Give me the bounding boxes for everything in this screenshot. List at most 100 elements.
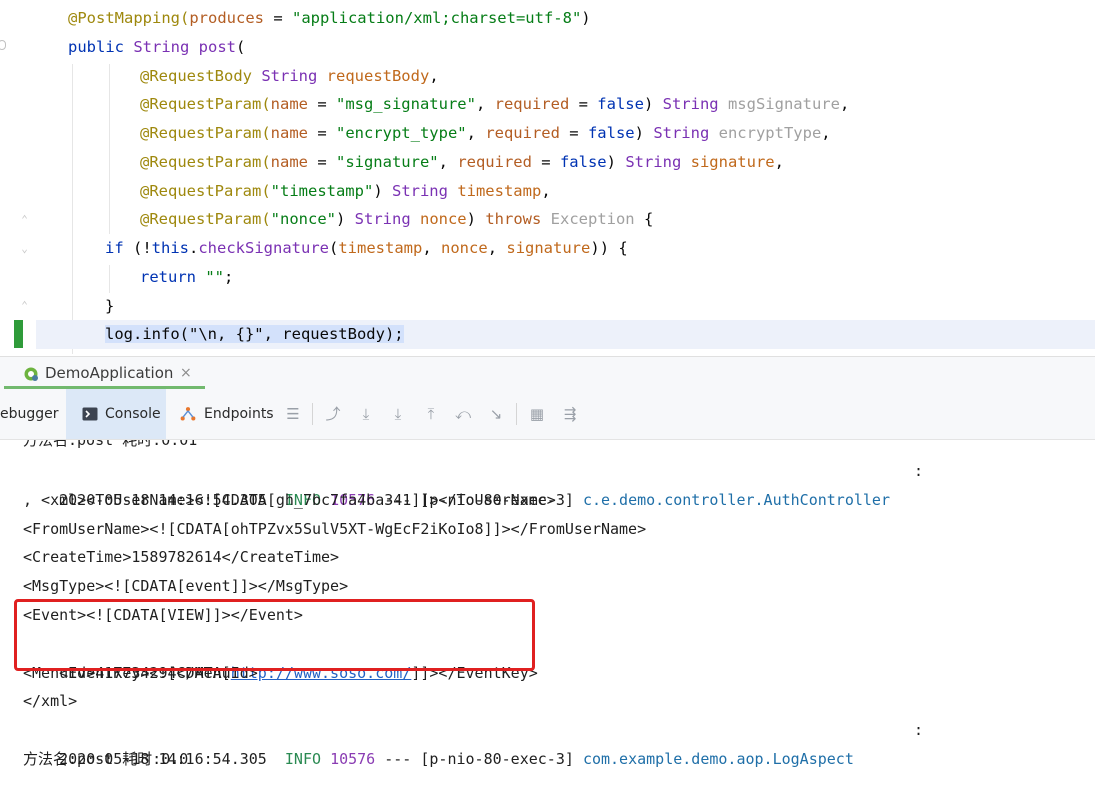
code-token: checkSignature bbox=[198, 239, 329, 257]
fold-marker-icon[interactable]: ⌄ bbox=[19, 243, 30, 255]
log-separator: --- bbox=[384, 750, 412, 768]
code-token: @RequestBody bbox=[140, 67, 262, 85]
code-token: . bbox=[189, 239, 199, 257]
code-token: "" bbox=[205, 268, 224, 286]
code-token: ; bbox=[224, 268, 234, 286]
tab-debugger[interactable]: ebugger bbox=[0, 389, 64, 439]
evaluate-expression-icon[interactable]: ▦ bbox=[528, 405, 546, 423]
code-token: return bbox=[140, 268, 206, 286]
code-token: String bbox=[653, 124, 719, 142]
tab-endpoints-label: Endpoints bbox=[204, 406, 274, 422]
code-token: } bbox=[105, 297, 115, 315]
fold-marker-icon[interactable]: ⌃ bbox=[19, 300, 30, 312]
code-token: ( bbox=[235, 38, 246, 56]
code-token: ) bbox=[373, 182, 392, 200]
code-token: (! bbox=[133, 239, 152, 257]
log-pid: 10576 bbox=[330, 750, 376, 768]
code-token: required bbox=[485, 124, 560, 142]
code-token: false bbox=[559, 153, 607, 171]
step-over-icon[interactable]: ⤓ bbox=[357, 405, 375, 423]
code-line[interactable]: return ""; bbox=[140, 263, 233, 292]
code-line[interactable]: log.info("\n, {}", requestBody); bbox=[105, 320, 404, 349]
indent-guide bbox=[109, 64, 110, 234]
console-log-line: 2020-05-18 14:16:54.305 INFO 10576 --- [… bbox=[23, 457, 890, 509]
code-token: signature bbox=[690, 153, 775, 171]
console-line: 方法名:post 耗时:0.01 bbox=[23, 440, 198, 449]
code-token: String bbox=[625, 153, 691, 171]
code-token: "application/xml;charset=utf-8" bbox=[291, 9, 582, 27]
code-token: @RequestParam( bbox=[140, 124, 271, 142]
code-token: = bbox=[307, 153, 336, 171]
code-token: String bbox=[261, 67, 327, 85]
console-icon bbox=[82, 407, 98, 421]
code-line[interactable]: @RequestParam("timestamp") String timest… bbox=[140, 177, 551, 206]
code-line[interactable]: @RequestParam(name = "signature", requir… bbox=[140, 148, 784, 177]
run-toolbar: ebugger Console Endpoints ☰ ⤴ ⤓ ⤓ ⤒ ⤺ ↘ … bbox=[0, 389, 1095, 440]
tab-console-label: Console bbox=[105, 406, 161, 422]
log-colon: : bbox=[914, 721, 924, 739]
run-to-cursor-icon[interactable]: ↘ bbox=[487, 405, 505, 423]
code-token: timestamp bbox=[457, 182, 542, 200]
code-token: String bbox=[662, 95, 728, 113]
code-token: if bbox=[105, 239, 133, 257]
code-token: name bbox=[270, 95, 308, 113]
code-token: String bbox=[354, 210, 420, 228]
code-token: throws bbox=[485, 210, 551, 228]
code-token: , bbox=[429, 67, 439, 85]
toolbar-separator bbox=[516, 403, 517, 425]
tab-console[interactable]: Console bbox=[66, 389, 166, 439]
code-line[interactable]: public String post( bbox=[68, 33, 245, 62]
code-token: = bbox=[559, 124, 588, 142]
code-line[interactable]: } bbox=[105, 292, 114, 321]
log-colon: : bbox=[914, 462, 924, 480]
run-tab-demoapplication[interactable]: DemoApplication × bbox=[0, 357, 205, 389]
code-token: post bbox=[198, 38, 236, 56]
vcs-change-marker bbox=[14, 320, 23, 348]
code-line[interactable]: @RequestParam("nonce") String nonce) thr… bbox=[140, 205, 653, 234]
code-token: "signature" bbox=[335, 153, 439, 171]
run-tab-label: DemoApplication bbox=[45, 364, 174, 382]
editor-gutter[interactable]: ⌃ ⌄ ⌃ bbox=[0, 0, 36, 356]
trace-icon[interactable]: ⇶ bbox=[561, 405, 579, 423]
step-out-icon[interactable]: ⤒ bbox=[422, 405, 440, 423]
code-token: name bbox=[270, 124, 308, 142]
console-line: , <xml><ToUserName><![CDATA[gh_7bc7fa4ba… bbox=[23, 491, 556, 509]
code-token: name bbox=[270, 153, 308, 171]
code-token: , bbox=[821, 124, 831, 142]
code-token: nonce bbox=[419, 210, 467, 228]
console-line: </xml> bbox=[23, 692, 78, 710]
code-token: , bbox=[475, 95, 495, 113]
code-token: )) { bbox=[590, 239, 628, 257]
tab-endpoints[interactable]: Endpoints bbox=[180, 389, 280, 439]
code-token: "msg_signature" bbox=[335, 95, 476, 113]
code-token: , bbox=[466, 124, 486, 142]
log-thread: [p-nio-80-exec-3] bbox=[420, 750, 574, 768]
code-line[interactable]: if (!this.checkSignature(timestamp, nonc… bbox=[105, 234, 628, 263]
code-token: required bbox=[457, 153, 532, 171]
code-token: encryptType bbox=[718, 124, 822, 142]
code-token: , bbox=[541, 182, 551, 200]
drop-frame-icon[interactable]: ⤺ bbox=[454, 405, 472, 423]
toolbar-separator bbox=[312, 403, 313, 425]
code-token: ) bbox=[466, 210, 486, 228]
code-line[interactable]: @RequestParam(name = "encrypt_type", req… bbox=[140, 119, 831, 148]
code-token: ( bbox=[329, 239, 339, 257]
step-into-icon[interactable]: ⤓ bbox=[389, 405, 407, 423]
code-line[interactable]: @RequestBody String requestBody, bbox=[140, 62, 439, 91]
code-token: = bbox=[569, 95, 598, 113]
breakpoint-marker[interactable] bbox=[0, 40, 6, 50]
code-line[interactable]: @PostMapping(produces = "application/xml… bbox=[68, 4, 591, 33]
code-token: @RequestParam( bbox=[140, 153, 271, 171]
console-line: <FromUserName><![CDATA[ohTPZvx5SulV5XT-W… bbox=[23, 520, 647, 538]
code-token: Exception bbox=[550, 210, 635, 228]
log-logger: c.e.demo.controller.AuthController bbox=[582, 491, 890, 509]
console-line: <MsgType><![CDATA[event]]></MsgType> bbox=[23, 577, 349, 595]
code-token: , bbox=[422, 239, 442, 257]
fold-marker-icon[interactable]: ⌃ bbox=[19, 214, 30, 226]
code-line[interactable]: @RequestParam(name = "msg_signature", re… bbox=[140, 90, 849, 119]
show-execution-point-icon[interactable]: ⤴ bbox=[324, 405, 342, 423]
code-editor[interactable]: ⌃ ⌄ ⌃ @PostMapping(produces = "applicati… bbox=[0, 0, 1095, 356]
close-tab-icon[interactable]: × bbox=[180, 357, 192, 389]
menu-icon[interactable]: ☰ bbox=[284, 405, 302, 423]
code-token: , bbox=[487, 239, 507, 257]
